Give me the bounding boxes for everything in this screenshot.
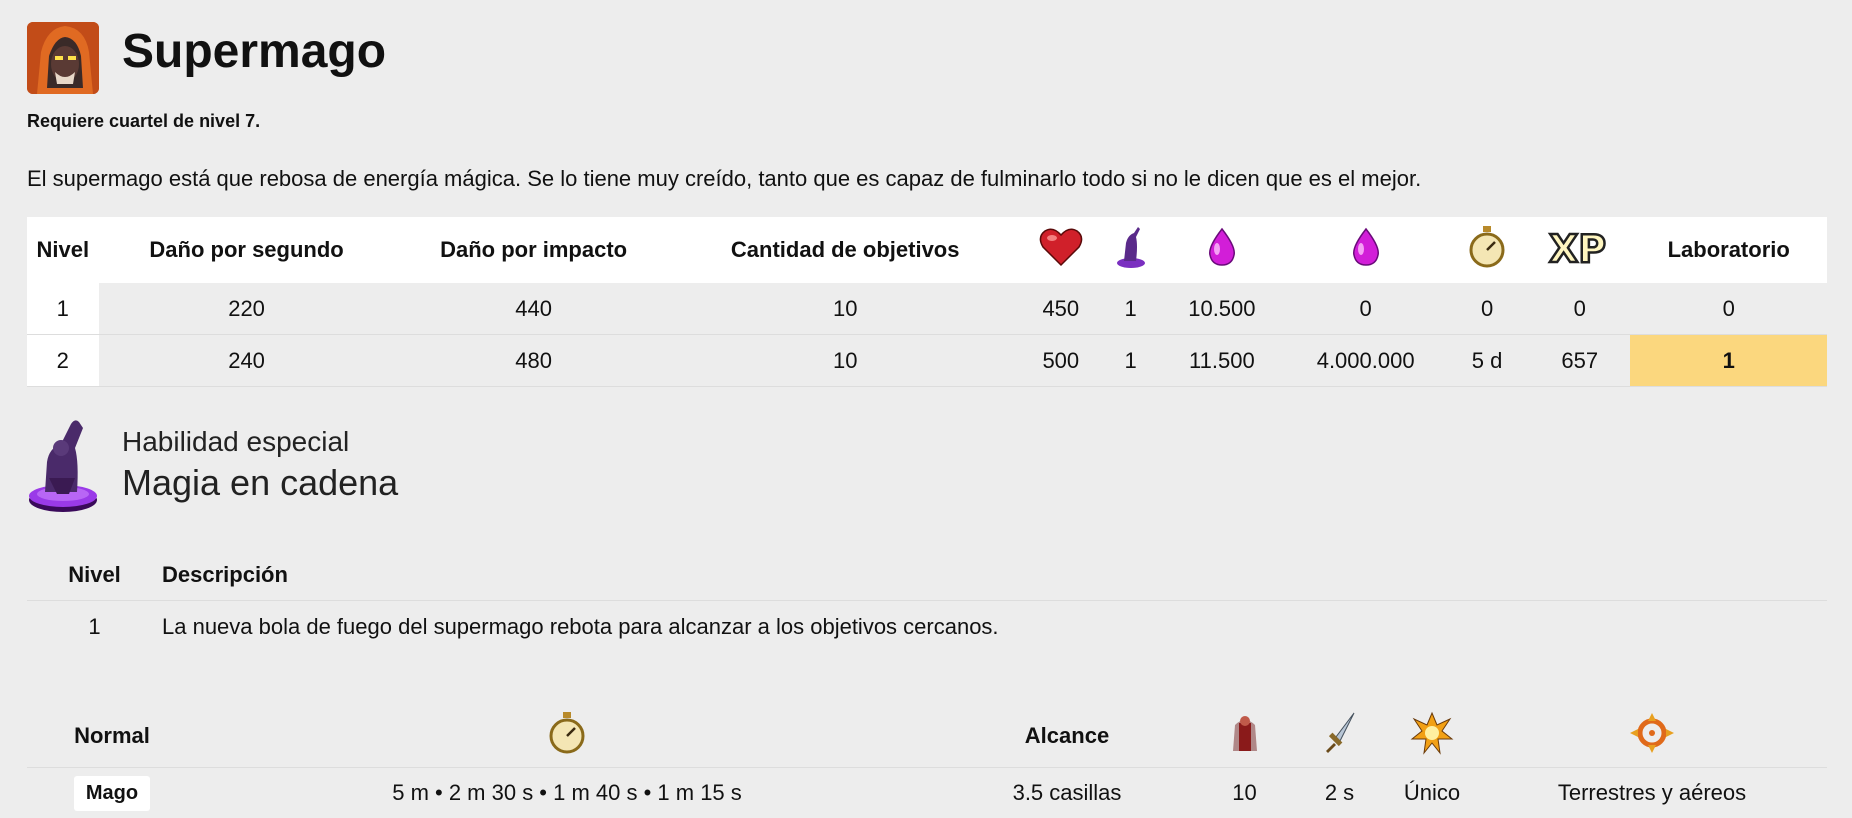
cell-level: 1 — [27, 601, 162, 654]
cell-dps: 220 — [99, 283, 395, 335]
col-mode: Normal — [27, 705, 197, 768]
col-upgrade-cost — [1286, 217, 1445, 283]
elixir-icon — [1350, 227, 1382, 273]
col-xp: XP — [1529, 217, 1630, 283]
stopwatch-icon — [1468, 225, 1506, 275]
cell-cost: 10.500 — [1157, 283, 1286, 335]
elixir-icon — [1206, 227, 1238, 273]
crosshair-icon — [1627, 711, 1677, 761]
xp-icon: XP — [1547, 226, 1613, 274]
cell-level: 2 — [27, 335, 99, 387]
ability-kicker: Habilidad especial — [122, 426, 349, 458]
col-housing — [1104, 217, 1158, 283]
troop-housing-icon — [1114, 225, 1148, 275]
cell-housing: 1 — [1104, 283, 1158, 335]
cell-level: 1 — [27, 283, 99, 335]
troop-description: El supermago está que rebosa de energía … — [27, 166, 1421, 192]
stats-table: Nivel Daño por segundo Daño por impacto … — [27, 217, 1827, 387]
cell-housing-space: 10 — [1197, 768, 1292, 818]
col-level: Nivel — [27, 217, 99, 283]
troop-silhouette-icon — [1223, 711, 1267, 761]
cell-upgrade-cost: 4.000.000 — [1286, 335, 1445, 387]
col-damage-type — [1387, 705, 1477, 768]
troop-info-table: Normal Alcance — [27, 705, 1827, 818]
cell-xp: 657 — [1529, 335, 1630, 387]
stats-header-row: Nivel Daño por segundo Daño por impacto … — [27, 217, 1827, 283]
col-range: Alcance — [937, 705, 1197, 768]
col-hp — [1018, 217, 1104, 283]
cell-range: 3.5 casillas — [937, 768, 1197, 818]
col-laboratory: Laboratorio — [1630, 217, 1827, 283]
ability-header-row: Nivel Descripción — [27, 550, 1827, 601]
super-wizard-portrait — [27, 22, 99, 94]
cell-targets: 10 — [673, 335, 1018, 387]
col-dps: Daño por segundo — [99, 217, 395, 283]
col-targets — [1477, 705, 1827, 768]
special-ability-section: Habilidad especial Magia en cadena — [27, 418, 827, 518]
col-training-time — [197, 705, 937, 768]
cell-dph: 480 — [395, 335, 673, 387]
cell-cost: 11.500 — [1157, 335, 1286, 387]
cell-xp: 0 — [1529, 283, 1630, 335]
cell-dps: 240 — [99, 335, 395, 387]
cell-time: 5 d — [1445, 335, 1529, 387]
requirement-text: Requiere cuartel de nivel 7. — [27, 111, 260, 132]
table-row: 1 La nueva bola de fuego del supermago r… — [27, 601, 1827, 654]
cell-hp: 500 — [1018, 335, 1104, 387]
troop-header: Supermago — [27, 20, 1027, 94]
page-title: Supermago — [122, 22, 386, 82]
sword-icon — [1322, 711, 1358, 761]
col-dph: Daño por impacto — [395, 217, 673, 283]
table-row: Mago 5 m • 2 m 30 s • 1 m 40 s • 1 m 15 … — [27, 768, 1827, 818]
col-time — [1445, 217, 1529, 283]
info-header-row: Normal Alcance — [27, 705, 1827, 768]
cell-time: 0 — [1445, 283, 1529, 335]
col-description: Descripción — [162, 550, 1827, 601]
explosion-icon — [1410, 711, 1454, 761]
table-row: 2 240 480 10 500 1 11.500 4.000.000 5 d … — [27, 335, 1827, 387]
col-housing-space — [1197, 705, 1292, 768]
cell-hp: 450 — [1018, 283, 1104, 335]
col-attack-speed — [1292, 705, 1387, 768]
svg-text:XP: XP — [1549, 227, 1606, 268]
cell-description: La nueva bola de fuego del supermago reb… — [162, 601, 1827, 654]
cell-laboratory-highlighted: 1 — [1630, 335, 1827, 387]
ability-name: Magia en cadena — [122, 462, 398, 504]
col-targets: Cantidad de objetivos — [673, 217, 1018, 283]
cell-targets: Terrestres y aéreos — [1477, 768, 1827, 818]
chain-magic-figure-icon — [27, 418, 99, 514]
heart-icon — [1039, 227, 1083, 273]
col-level: Nivel — [27, 550, 162, 601]
cell-damage-type: Único — [1387, 768, 1477, 818]
cell-attack-speed: 2 s — [1292, 768, 1387, 818]
mode-tag[interactable]: Mago — [74, 776, 150, 811]
col-cost — [1157, 217, 1286, 283]
cell-dph: 440 — [395, 283, 673, 335]
cell-targets: 10 — [673, 283, 1018, 335]
cell-training-time: 5 m • 2 m 30 s • 1 m 40 s • 1 m 15 s — [197, 768, 937, 818]
cell-housing: 1 — [1104, 335, 1158, 387]
cell-upgrade-cost: 0 — [1286, 283, 1445, 335]
cell-laboratory: 0 — [1630, 283, 1827, 335]
ability-table: Nivel Descripción 1 La nueva bola de fue… — [27, 550, 1827, 653]
stopwatch-icon — [548, 711, 586, 761]
cell-mode: Mago — [27, 768, 197, 818]
table-row: 1 220 440 10 450 1 10.500 0 0 0 0 — [27, 283, 1827, 335]
